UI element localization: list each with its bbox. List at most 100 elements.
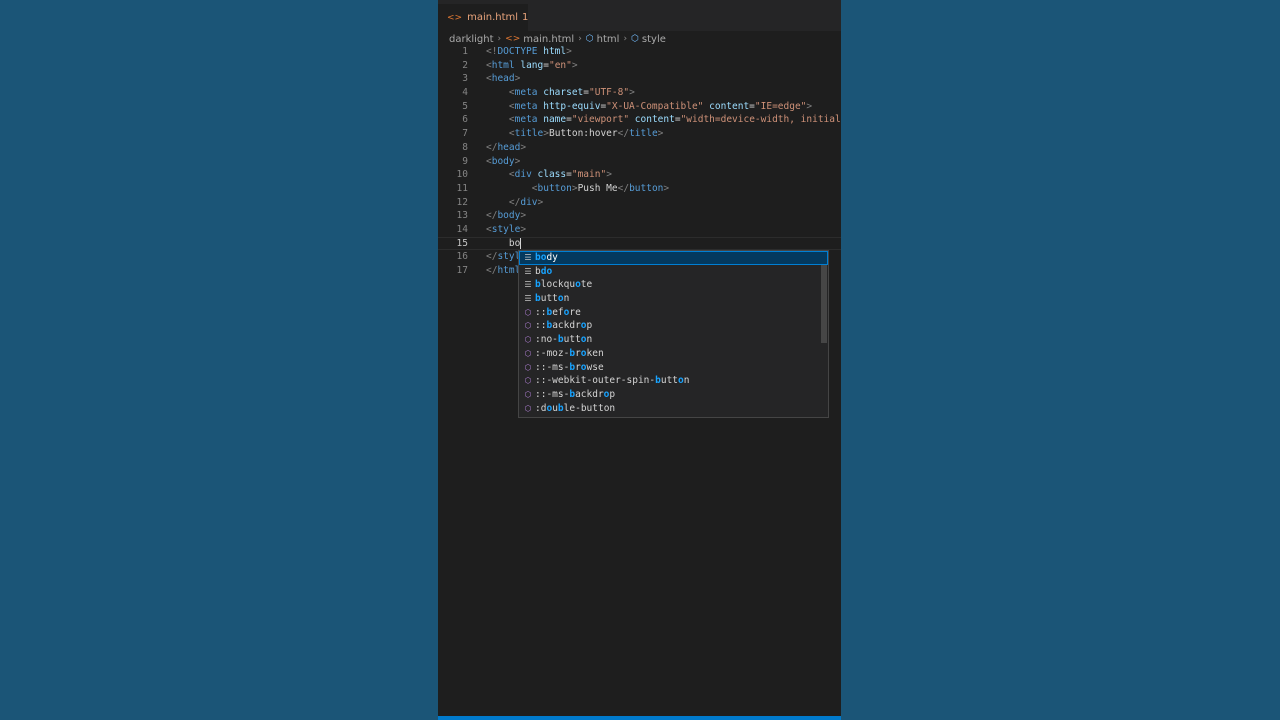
code-line[interactable]: 8 </head> <box>438 141 841 155</box>
suggestion-item[interactable]: ☰ body <box>519 251 828 265</box>
property-icon: ⬡ <box>524 403 532 413</box>
code-token: charset <box>537 87 584 99</box>
code-token: "width=device-width, initial-s <box>680 114 841 126</box>
code-token: "X-UA-Compatible" <box>606 100 704 112</box>
code-text[interactable]: <meta name="viewport" content="width=dev… <box>486 113 841 127</box>
code-token: "IE=edge" <box>754 100 807 112</box>
code-line[interactable]: 13 </body> <box>438 209 841 223</box>
breadcrumb-file[interactable]: main.html <box>523 34 574 45</box>
line-number: 4 <box>462 87 468 99</box>
code-token: http-equiv <box>537 100 601 112</box>
code-line[interactable]: 14 <style> <box>438 223 841 237</box>
code-token: meta <box>514 87 538 99</box>
code-line[interactable]: 6 <meta name="viewport" content="width=d… <box>438 113 841 127</box>
code-token: style <box>491 223 521 235</box>
code-line[interactable]: 12 </div> <box>438 196 841 210</box>
code-text[interactable]: </styl <box>486 250 520 264</box>
code-text[interactable]: <head> <box>486 72 520 86</box>
code-line[interactable]: 7 <title>Button:hover</title> <box>438 127 841 141</box>
suggestion-label: bdo <box>535 265 552 279</box>
property-icon: ⬡ <box>524 321 532 331</box>
suggestion-item[interactable]: ⬡:no-button <box>519 333 828 347</box>
code-text[interactable]: <title>Button:hover</title> <box>486 127 664 141</box>
suggestion-item[interactable]: ⬡::-ms-browse <box>519 361 828 375</box>
suggestion-label: :double-button <box>535 402 615 416</box>
suggestion-label: :-moz-broken <box>535 347 604 361</box>
code-line[interactable]: 3 <head> <box>438 72 841 86</box>
label-text: wse <box>586 361 604 373</box>
code-token: <! <box>486 46 498 57</box>
code-text[interactable]: </div> <box>486 196 543 210</box>
line-number: 17 <box>456 265 468 276</box>
breadcrumb-style[interactable]: style <box>642 34 666 45</box>
line-number: 16 <box>456 251 468 263</box>
code-line[interactable]: 11 <button>Push Me</button> <box>438 182 841 196</box>
code-text[interactable]: <style> <box>486 223 526 237</box>
problems-count: 1 <box>522 12 529 23</box>
keyword-icon: ☰ <box>524 266 532 276</box>
code-text[interactable]: </head> <box>486 141 526 155</box>
breadcrumb-html[interactable]: html <box>597 34 620 45</box>
suggestion-item[interactable]: ☰ blockquote <box>519 278 828 292</box>
code-line[interactable]: 9 <body> <box>438 155 841 169</box>
code-text[interactable]: <body> <box>486 155 520 169</box>
code-token: body <box>497 210 521 222</box>
code-token: > <box>520 223 527 235</box>
code-text[interactable]: <html lang="en"> <box>486 59 578 73</box>
code-token: </ <box>617 128 630 140</box>
property-icon: ⬡ <box>524 348 532 358</box>
code-token: head <box>491 73 515 85</box>
suggestion-item[interactable]: ⬡:-moz-broken <box>519 347 828 361</box>
code-text[interactable]: bo <box>486 237 522 251</box>
suggestion-item[interactable]: ⬡:double-button <box>519 402 828 416</box>
line-number: 11 <box>456 182 468 194</box>
tab-main-html[interactable]: <> main.html 1 <box>438 4 528 31</box>
code-token: </ <box>508 196 521 208</box>
label-text: ::-ms- <box>535 361 570 373</box>
code-line[interactable]: 2 <html lang="en"> <box>438 59 841 73</box>
code-editor[interactable]: <> main.html 1 darklight › <> main.html … <box>438 0 841 720</box>
code-line[interactable]: 5 <meta http-equiv="X-UA-Compatible" con… <box>438 100 841 114</box>
suggestion-label: button <box>535 292 569 306</box>
suggestion-label: ::-webkit-outer-spin-button <box>535 374 689 388</box>
label-text: :d <box>535 402 547 414</box>
code-line[interactable]: 4 <meta charset="UTF-8"> <box>438 86 841 100</box>
code-line[interactable]: 15 bo <box>438 237 841 251</box>
code-text[interactable]: </body> <box>486 209 526 223</box>
suggestion-item[interactable]: ☰ bdo <box>519 265 828 279</box>
code-text[interactable]: <meta charset="UTF-8"> <box>486 86 635 100</box>
code-text[interactable]: <button>Push Me</button> <box>486 182 669 196</box>
suggestion-item[interactable]: ⬡::backdrop <box>519 319 828 333</box>
suggest-widget[interactable]: ☰ body ☰ bdo ☰ blockquote ☰ button ⬡::before ⬡::b… <box>518 250 829 418</box>
suggestion-item[interactable]: ☰ button <box>519 292 828 306</box>
code-token: Button:hover <box>548 128 618 140</box>
label-text: ::-ms- <box>535 388 570 400</box>
line-number: 12 <box>456 196 468 208</box>
chevron-right-icon: › <box>623 34 628 44</box>
keyword-icon: ☰ <box>524 294 532 304</box>
suggestion-item[interactable]: ⬡::-webkit-outer-spin-button <box>519 374 828 388</box>
line-number: 2 <box>462 59 468 71</box>
code-token: > <box>663 182 670 194</box>
code-text[interactable]: <meta http-equiv="X-UA-Compatible" conte… <box>486 100 812 114</box>
code-lines[interactable]: 1 <!DOCTYPE html> 2 <html lang="en"> 3 <head>… <box>438 45 841 278</box>
code-text[interactable]: <!DOCTYPE html> <box>486 45 572 59</box>
suggestion-item[interactable]: ⬡::before <box>519 306 828 320</box>
label-text: utt <box>660 375 679 387</box>
code-text[interactable]: </html <box>486 264 520 278</box>
label-text: :-moz- <box>535 347 570 359</box>
code-token: button <box>537 182 572 194</box>
label-text: :: <box>535 320 547 332</box>
code-token: > <box>514 155 521 167</box>
code-text[interactable]: <div class="main"> <box>486 168 612 182</box>
code-token: "main" <box>571 169 607 181</box>
code-token: > <box>606 169 612 181</box>
suggestion-item[interactable]: ⬡::-ms-backdrop <box>519 388 828 402</box>
code-line[interactable]: 1 <!DOCTYPE html> <box>438 45 841 59</box>
code-line[interactable]: 10 <div class="main"> <box>438 168 841 182</box>
breadcrumb-folder[interactable]: darklight <box>449 34 494 45</box>
code-token: title <box>514 128 544 140</box>
code-token: > <box>657 128 664 140</box>
code-token: html <box>491 59 515 71</box>
line-number: 15 <box>456 237 468 249</box>
